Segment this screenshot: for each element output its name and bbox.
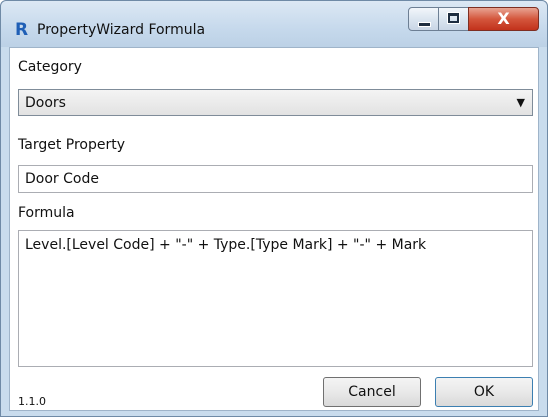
formula-value: Level.[Level Code] + "-" + Type.[Type Ma… (25, 237, 427, 253)
formula-label: Formula (18, 205, 75, 221)
title-bar[interactable]: R PropertyWizard Formula X (1, 1, 547, 47)
dialog-window: R PropertyWizard Formula X Category Door… (0, 0, 548, 417)
caption-buttons: X (408, 7, 543, 33)
minimize-icon (418, 22, 431, 27)
formula-textarea[interactable]: Level.[Level Code] + "-" + Type.[Type Ma… (18, 230, 533, 367)
target-property-value: Door Code (25, 171, 99, 187)
chevron-down-icon: ▼ (516, 96, 525, 109)
target-property-input[interactable]: Door Code (18, 165, 533, 193)
version-label: 1.1.0 (18, 395, 46, 408)
target-property-label: Target Property (18, 137, 126, 153)
revit-app-icon: R (15, 20, 29, 40)
close-button[interactable]: X (468, 7, 539, 31)
window-title: PropertyWizard Formula (37, 22, 206, 38)
category-dropdown[interactable]: Doors ▼ (18, 89, 533, 116)
close-icon: X (497, 9, 510, 28)
dialog-client-area: Category Doors ▼ Target Property Door Co… (9, 47, 539, 411)
minimize-button[interactable] (408, 7, 439, 31)
category-selected-value: Doors (25, 95, 66, 111)
maximize-button[interactable] (438, 7, 469, 31)
ok-button[interactable]: OK (435, 377, 533, 407)
maximize-icon (447, 12, 460, 24)
category-label: Category (18, 59, 82, 75)
cancel-button[interactable]: Cancel (323, 377, 421, 407)
